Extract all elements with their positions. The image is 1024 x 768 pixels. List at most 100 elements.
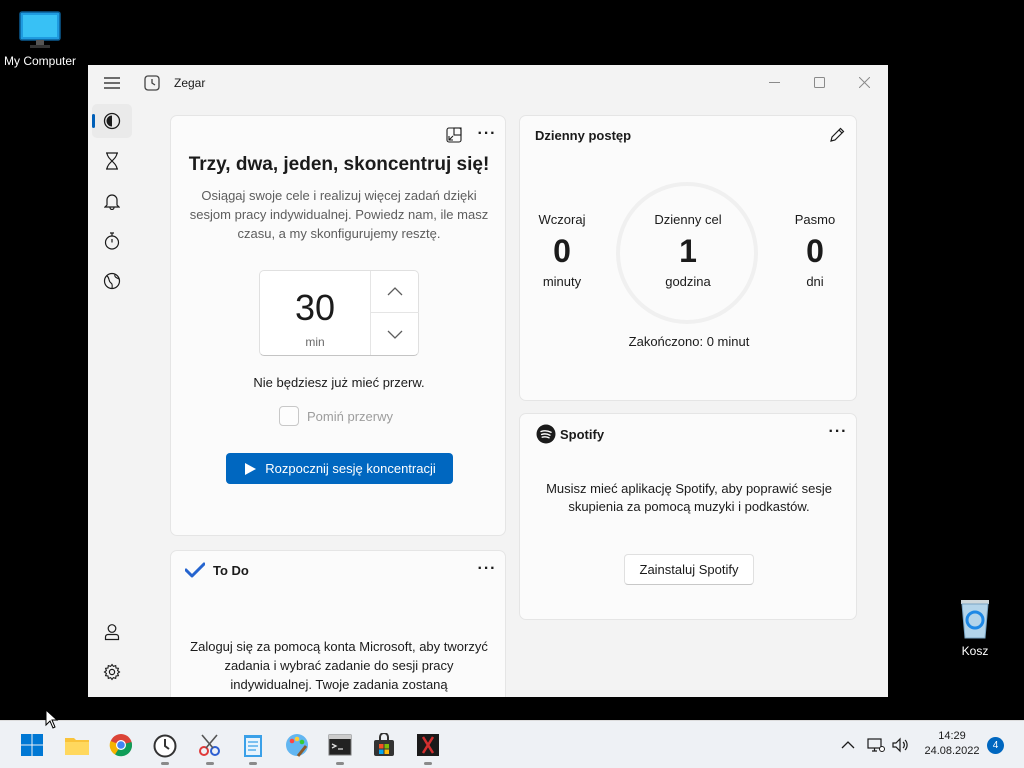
hamburger-menu-button[interactable]	[92, 66, 132, 100]
monitor-icon	[19, 11, 61, 48]
taskbar-clock-app[interactable]	[149, 729, 181, 765]
stat-yesterday-label: Wczoraj	[538, 212, 586, 227]
pencil-icon	[830, 127, 845, 142]
bell-icon	[104, 194, 120, 210]
taskbar-snipping-tool[interactable]	[194, 729, 226, 765]
focus-more-options-button[interactable]: ···	[473, 124, 501, 144]
skip-breaks-label: Pomiń przerwy	[307, 408, 393, 424]
running-indicator	[206, 762, 214, 765]
stat-streak: Pasmo 0 dni	[765, 212, 865, 289]
start-focus-session-label: Rozpocznij sesję koncentracji	[265, 461, 436, 476]
skip-breaks-row[interactable]: Pomiń przerwy	[279, 406, 393, 426]
completed-text: Zakończono: 0 minut	[628, 334, 750, 349]
more-options-icon: ···	[477, 560, 497, 577]
person-icon	[104, 624, 120, 641]
app-icon	[417, 734, 439, 756]
spotify-brand: Spotify	[560, 426, 605, 442]
nav-item-settings[interactable]	[92, 655, 132, 689]
stat-daily-goal: Dzienny cel 1 godzina	[638, 212, 738, 289]
edit-daily-goal-button[interactable]	[826, 124, 848, 146]
focus-session-card: ··· Trzy, dwa, jeden, skoncentruj się! O…	[170, 115, 506, 536]
alarm-clock-icon	[153, 734, 177, 758]
start-focus-session-button[interactable]: Rozpocznij sesję koncentracji	[226, 453, 453, 484]
recycle-bin-label: Kosz	[961, 644, 989, 658]
no-breaks-text: Nie będziesz już mieć przerw.	[253, 375, 425, 390]
taskbar-clock[interactable]: 14:29 24.08.2022	[912, 729, 992, 759]
more-options-icon: ···	[828, 423, 848, 440]
duration-value[interactable]: 30	[260, 287, 370, 329]
focus-session-icon	[103, 112, 121, 130]
close-button[interactable]	[844, 71, 884, 93]
notepad-icon	[244, 735, 262, 757]
taskbar-command-prompt[interactable]	[324, 729, 356, 765]
running-indicator	[424, 762, 432, 765]
window-title: Zegar	[174, 76, 206, 90]
todo-title: To Do	[213, 562, 249, 578]
navigation-rail	[88, 65, 136, 697]
my-computer-desktop-icon[interactable]: My Computer	[0, 10, 80, 68]
nav-item-world-clock[interactable]	[92, 264, 132, 298]
close-icon	[858, 76, 870, 88]
todo-header: To Do	[185, 562, 249, 578]
compact-overlay-icon	[446, 127, 462, 143]
stat-streak-unit: dni	[806, 274, 824, 289]
speaker-icon	[892, 737, 908, 753]
play-icon	[245, 462, 257, 475]
taskbar-paint[interactable]	[281, 729, 313, 761]
spotify-logo: Spotify	[536, 424, 604, 444]
clock-app-icon	[144, 75, 160, 91]
palette-icon	[286, 734, 308, 757]
todo-check-icon	[185, 562, 205, 578]
chrome-icon	[109, 734, 133, 757]
nav-item-focus-sessions[interactable]	[92, 104, 132, 138]
nav-item-stopwatch[interactable]	[92, 224, 132, 258]
minimize-icon	[768, 81, 780, 83]
taskbar-store[interactable]	[368, 729, 400, 761]
stat-daily-goal-value: 1	[679, 233, 697, 269]
spotify-more-options-button[interactable]: ···	[824, 422, 852, 442]
stat-yesterday-unit: minuty	[542, 274, 582, 289]
hourglass-icon	[106, 152, 118, 170]
duration-stepper: 30 min	[259, 270, 419, 356]
mouse-cursor-icon	[45, 709, 59, 729]
notification-count-badge[interactable]: 4	[987, 737, 1004, 754]
stat-yesterday-value: 0	[553, 233, 571, 269]
recycle-bin-desktop-icon[interactable]: Kosz	[935, 596, 1015, 658]
gear-icon	[103, 663, 121, 681]
scissors-icon	[199, 734, 220, 756]
terminal-icon	[328, 734, 352, 756]
my-computer-label: My Computer	[3, 54, 77, 68]
tray-network[interactable]	[866, 735, 886, 755]
decrease-duration-button[interactable]	[371, 313, 419, 355]
tray-overflow-button[interactable]	[838, 735, 858, 755]
nav-item-timer[interactable]	[92, 144, 132, 178]
increase-duration-button[interactable]	[371, 271, 419, 313]
start-button[interactable]	[16, 729, 48, 761]
maximize-button[interactable]	[799, 71, 839, 93]
install-spotify-button[interactable]: Zainstaluj Spotify	[624, 554, 754, 585]
taskbar-app-generic[interactable]	[412, 729, 444, 765]
chevron-up-icon	[841, 741, 855, 749]
taskbar-notepad[interactable]	[237, 729, 269, 765]
hamburger-icon	[104, 77, 120, 89]
nav-item-account[interactable]	[92, 615, 132, 649]
stat-streak-label: Pasmo	[794, 212, 836, 227]
recycle-bin-icon	[961, 600, 989, 639]
todo-more-options-button[interactable]: ···	[473, 559, 501, 579]
tray-volume[interactable]	[890, 735, 910, 755]
skip-breaks-checkbox[interactable]	[279, 406, 299, 426]
stat-daily-goal-unit: godzina	[665, 274, 711, 289]
focus-description: Osiągaj swoje cele i realizuj więcej zad…	[189, 188, 489, 241]
globe-icon	[103, 272, 121, 290]
stat-streak-value: 0	[806, 233, 824, 269]
taskbar-file-explorer[interactable]	[61, 729, 93, 761]
spotify-card: Spotify ··· Musisz mieć aplikację Spotif…	[519, 413, 857, 620]
nav-item-alarm[interactable]	[92, 184, 132, 218]
title-bar[interactable]: Zegar	[88, 65, 888, 101]
more-options-icon: ···	[477, 125, 497, 142]
minimize-button[interactable]	[754, 71, 794, 93]
taskbar-chrome[interactable]	[105, 729, 137, 761]
todo-card: To Do ··· Zaloguj się za pomocą konta Mi…	[170, 550, 506, 697]
compact-overlay-button[interactable]	[443, 125, 465, 145]
running-indicator	[249, 762, 257, 765]
